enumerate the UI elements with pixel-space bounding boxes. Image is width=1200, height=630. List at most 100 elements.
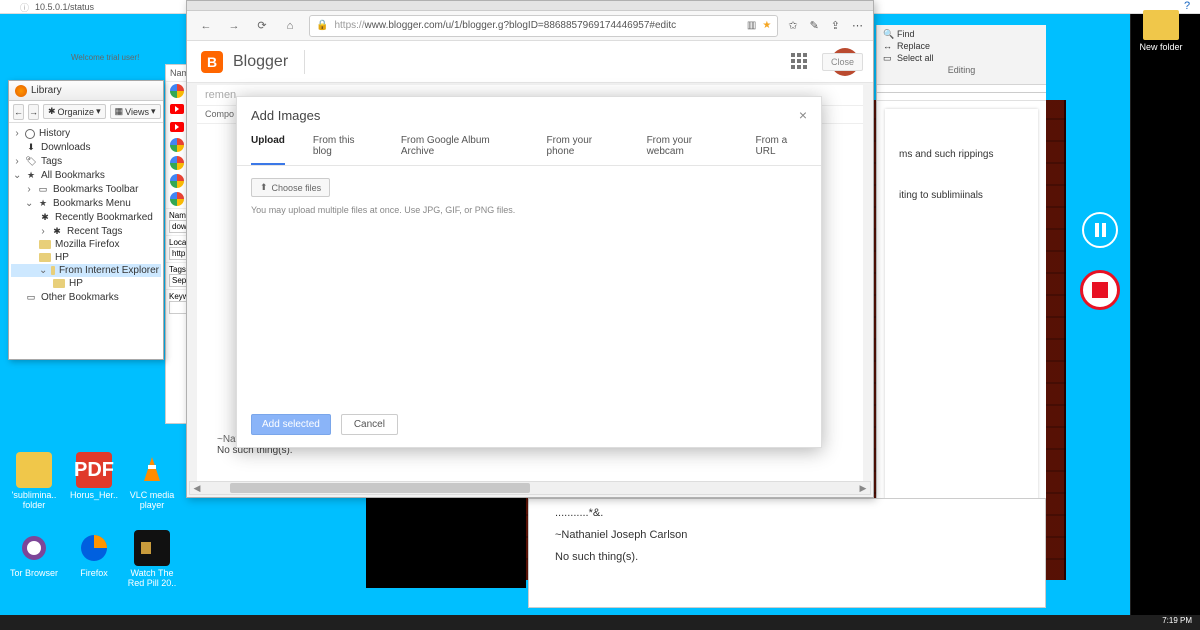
choose-files-button[interactable]: ⬆ Choose files [251,178,330,197]
gear-icon: ✱ [39,211,51,223]
tree-other-bookmarks[interactable]: ▭Other Bookmarks [11,290,161,304]
desktop-icon-pdf[interactable]: PDF Horus_Her.. [66,452,122,500]
blogger-logo-icon[interactable]: B [201,51,223,73]
modal-body: ⬆ Choose files You may upload multiple f… [237,166,821,227]
reader-icon[interactable]: ▥ [747,20,756,31]
tree-tags[interactable]: ›🏷Tags [11,154,161,168]
cancel-button[interactable]: Cancel [341,414,398,435]
modal-title: Add Images [251,108,320,123]
vlc-icon [134,452,170,488]
tab-strip[interactable] [187,1,873,11]
scroll-left-icon[interactable]: ◀ [190,482,204,494]
icon-label: New folder [1139,42,1182,52]
record-stop-button[interactable] [1080,270,1120,310]
browser-toolbar: ← → ⟳ ⌂ 🔒 https://www.blogger.com/u/1/bl… [187,11,873,41]
icon-label: Horus_Her.. [70,490,118,500]
ribbon-select-all[interactable]: ▭Select all [883,53,1040,63]
address-bar[interactable]: 🔒 https://www.blogger.com/u/1/blogger.g?… [309,15,778,37]
tree-recently-bookmarked[interactable]: ✱Recently Bookmarked [11,210,161,224]
tree-all-bookmarks[interactable]: ⌄★All Bookmarks [11,168,161,182]
more-icon[interactable]: ⋯ [852,19,863,32]
separator [304,50,305,74]
tab-from-webcam[interactable]: From your webcam [647,135,728,165]
library-toolbar: ← → ✱ Organize ▾ ▦ Views ▾ [9,101,163,123]
ribbon-group-label: Editing [883,65,1040,75]
star-icon: ★ [37,197,49,209]
doc-text-line: iting to sublimiinals [899,190,1024,201]
youtube-icon [170,122,184,132]
refresh-button[interactable]: ⟳ [253,19,271,32]
tree-hp[interactable]: HP [11,251,161,264]
home-button[interactable]: ⌂ [281,20,299,32]
find-icon: 🔍 [883,29,893,39]
tab-from-album[interactable]: From Google Album Archive [401,135,519,165]
tree-hp-sub[interactable]: HP [11,277,161,290]
taskbar[interactable]: 7:19 PM [0,615,1200,630]
organize-button[interactable]: ✱ Organize ▾ [43,104,106,119]
compose-tab[interactable]: Compo [205,109,234,120]
folder-icon [39,240,51,249]
edit-icon[interactable]: ✎ [810,19,819,32]
word-ribbon: 🔍Find ↔Replace ▭Select all Editing [877,25,1046,85]
tree-history[interactable]: ›History [11,127,161,140]
horizontal-scrollbar[interactable]: ◀ ▶ [189,481,871,495]
pdf-icon: PDF [76,452,112,488]
tree-recent-tags[interactable]: ›✱Recent Tags [11,224,161,238]
add-images-modal: Add Images × Upload From this blog From … [236,96,822,448]
doc-line: ...........*&. [555,507,1019,519]
library-titlebar[interactable]: Library [9,81,163,101]
google-icon [170,138,184,152]
tree-mozilla-firefox[interactable]: Mozilla Firefox [11,238,161,251]
lock-icon: 🔒 [316,20,328,31]
add-selected-button[interactable]: Add selected [251,414,331,435]
replace-icon: ↔ [883,41,893,51]
favorites-icon[interactable]: ✩ [788,19,797,32]
folder-icon [53,279,65,288]
close-button[interactable]: Close [822,53,863,71]
folder-icon [16,452,52,488]
star-icon: ★ [25,169,37,181]
upload-hint: You may upload multiple files at once. U… [251,205,807,215]
desktop-icon-firefox[interactable]: Firefox [66,530,122,578]
ribbon-find[interactable]: 🔍Find [883,29,1040,39]
share-icon[interactable]: ⇪ [831,19,840,32]
forward-button[interactable]: → [225,20,243,32]
bookmark-star-icon[interactable]: ★ [762,20,771,31]
back-button[interactable]: ← [197,20,215,32]
icon-label: 'sublimina.. folder [12,490,57,510]
apps-icon[interactable] [791,53,809,71]
desktop-icon-tor[interactable]: Tor Browser [6,530,62,578]
record-pause-button[interactable] [1082,212,1118,248]
gear-icon: ✱ [51,225,63,237]
desktop-icon-sublimina[interactable]: 'sublimina.. folder [6,452,62,510]
tree-downloads[interactable]: ⬇Downloads [11,140,161,154]
ribbon-replace[interactable]: ↔Replace [883,41,1040,51]
forward-button[interactable]: → [28,104,39,120]
tab-from-url[interactable]: From a URL [756,135,808,165]
clock[interactable]: 7:19 PM [1162,616,1192,625]
tab-upload[interactable]: Upload [251,135,285,165]
scrollbar-thumb[interactable] [230,483,530,493]
desktop-icon-video[interactable]: Watch The Red Pill 20.. [124,530,180,588]
desktop-icon-vlc[interactable]: VLC media player [124,452,180,510]
tree-bookmarks-toolbar[interactable]: ›▭Bookmarks Toolbar [11,182,161,196]
firefox-icon [15,85,27,97]
bookmark-icon: ▭ [25,291,37,303]
library-tree: ›History ⬇Downloads ›🏷Tags ⌄★All Bookmar… [9,123,163,308]
views-button[interactable]: ▦ Views ▾ [110,104,161,119]
modal-close-button[interactable]: × [799,107,807,123]
tree-bookmarks-menu[interactable]: ⌄★Bookmarks Menu [11,196,161,210]
back-button[interactable]: ← [13,104,24,120]
scroll-right-icon[interactable]: ▶ [856,482,870,494]
tree-from-ie[interactable]: ⌄From Internet Explorer [11,264,161,277]
google-icon [170,192,184,206]
tab-from-blog[interactable]: From this blog [313,135,373,165]
document-preview: ...........*&. ~Nathaniel Joseph Carlson… [528,498,1046,608]
desktop-icon-new-folder[interactable]: New folder [1134,10,1188,52]
tag-icon: 🏷 [25,155,37,167]
modal-tabs: Upload From this blog From Google Album … [237,129,821,166]
tab-from-phone[interactable]: From your phone [547,135,619,165]
doc-line: ~Nathaniel Joseph Carlson [555,529,1019,541]
secondary-url-text: 10.5.0.1/status [35,2,94,12]
toolbar-icon: ▭ [37,183,49,195]
